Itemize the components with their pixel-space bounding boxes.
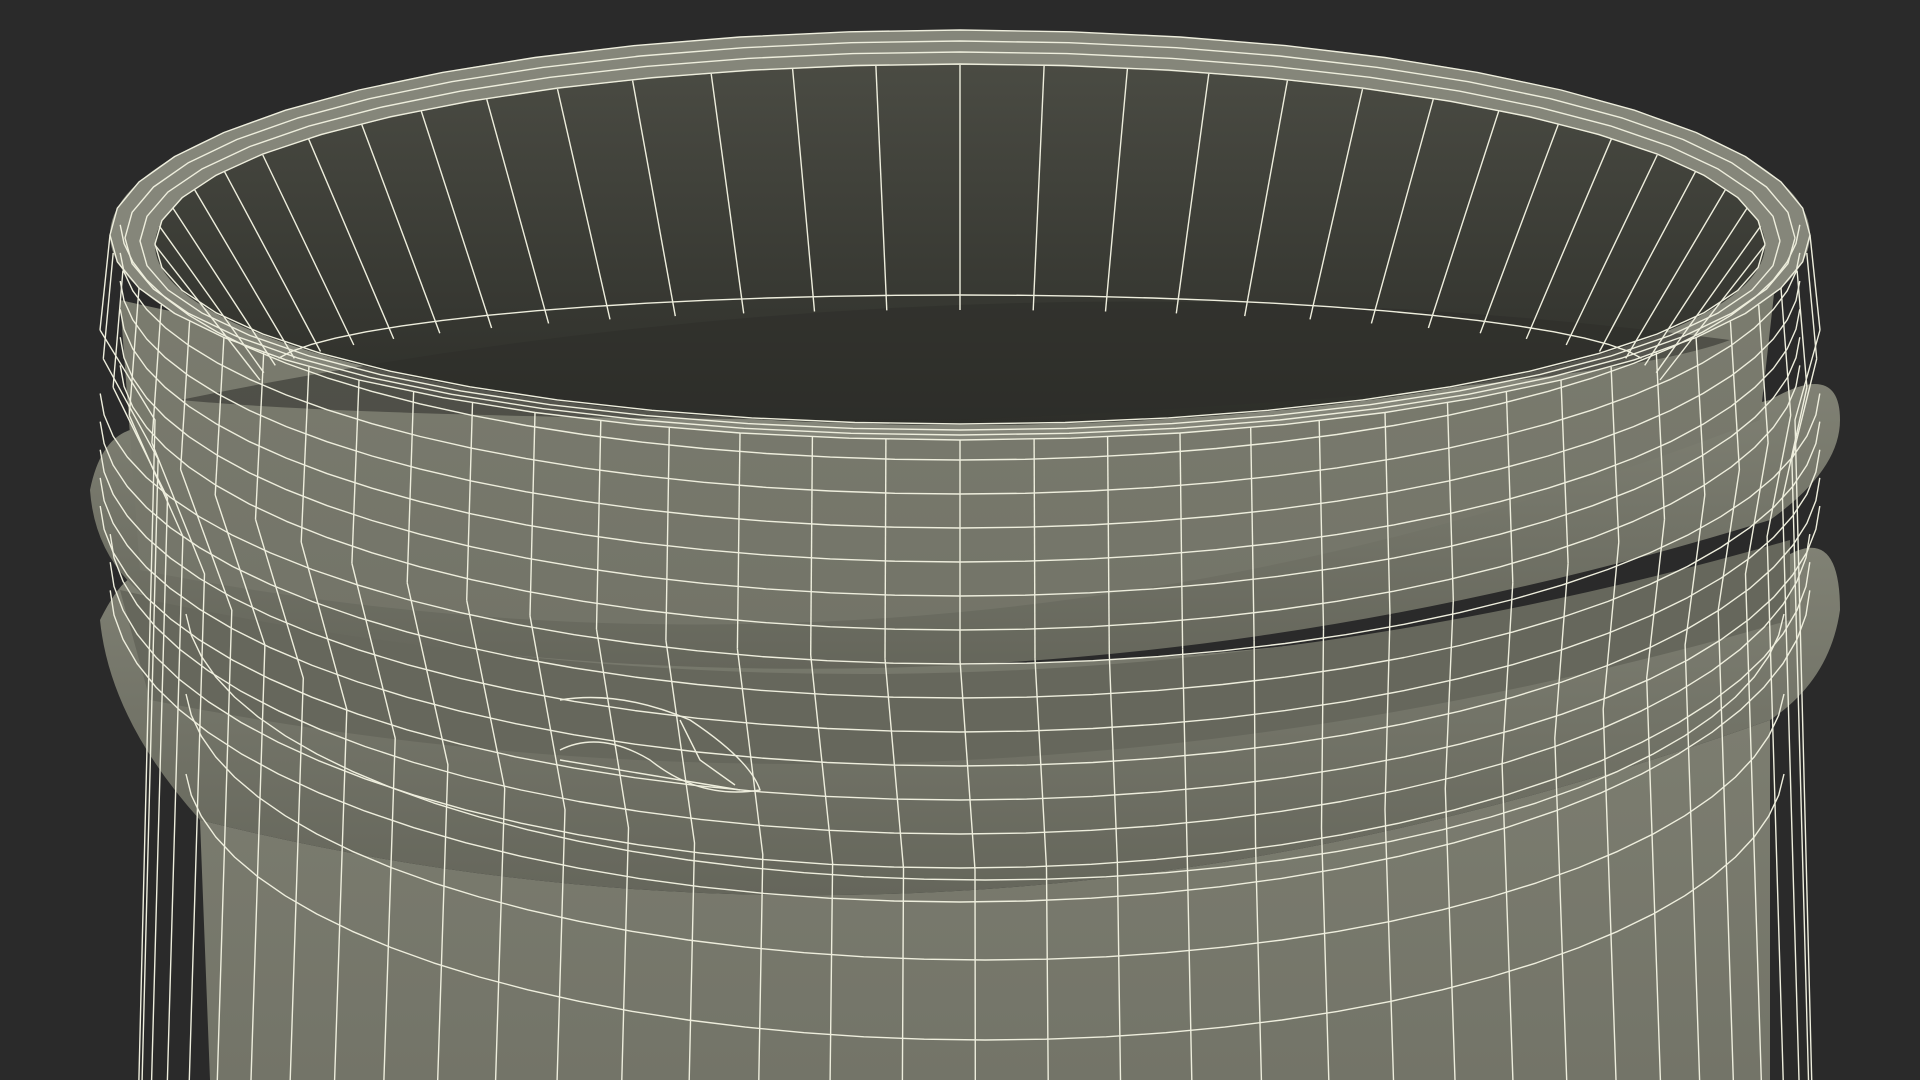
neck-vertical-edge <box>1809 234 1821 331</box>
neck-vertical-edge <box>1033 439 1036 659</box>
neck-vertical-edge <box>1806 252 1818 359</box>
neck-vertical-edge <box>884 439 887 659</box>
body-vertical-edge <box>1766 415 1792 1080</box>
wireframe-jar-render <box>90 29 1840 1080</box>
neck-vertical-edge <box>99 234 111 331</box>
render-viewport <box>0 0 1920 1080</box>
